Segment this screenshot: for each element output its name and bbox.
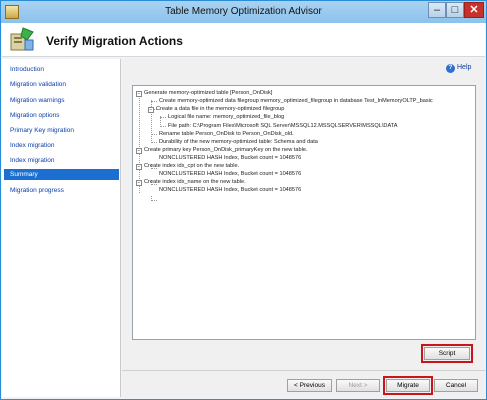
wizard-icon [10, 27, 34, 51]
sidebar-item-migration-options[interactable]: Migration options [4, 110, 119, 121]
tree-node[interactable]: Create memory-optimized data filegroup m… [159, 97, 433, 105]
wizard-sidebar: Introduction Migration validation Migrat… [2, 59, 121, 397]
collapse-toggle-icon[interactable]: − [136, 91, 142, 97]
previous-button[interactable]: < Previous [287, 379, 332, 392]
tree-node-label: NONCLUSTERED HASH Index, Bucket count = … [159, 171, 302, 177]
collapse-toggle-icon[interactable]: − [148, 107, 154, 113]
sidebar-item-index-migration-2[interactable]: Index migration [4, 155, 119, 166]
title-bar[interactable]: Table Memory Optimization Advisor – □ ✕ [1, 1, 486, 23]
tree-node[interactable]: − Generate memory-optimized table [Person… [136, 89, 272, 97]
sidebar-item-summary[interactable]: Summary [4, 169, 119, 180]
collapse-toggle-icon[interactable]: − [136, 180, 142, 186]
maximize-button[interactable]: □ [446, 2, 464, 18]
wizard-footer: < Previous Next > Migrate Cancel [122, 370, 485, 398]
tree-connector [160, 117, 166, 118]
tree-node-label: Create index idx_name on the new table. [144, 179, 246, 185]
tree-node[interactable]: − Create index idx_name on the new table. [136, 178, 246, 186]
collapse-toggle-icon[interactable]: − [136, 164, 142, 170]
help-link[interactable]: Help [457, 64, 471, 71]
window-title: Table Memory Optimization Advisor [165, 6, 322, 17]
migrate-button[interactable]: Migrate [383, 376, 433, 395]
tree-node[interactable]: − Create a data file in the memory-optimi… [148, 105, 284, 113]
close-button[interactable]: ✕ [464, 2, 484, 18]
script-button[interactable]: Script [421, 344, 473, 363]
tree-connector [151, 101, 157, 102]
tree-node[interactable]: Rename table Person_OnDisk to Person_OnD… [159, 130, 294, 138]
tree-node-label: NONCLUSTERED HASH Index, Bucket count = … [159, 155, 302, 161]
tree-node-label: File path: C:\Program Files\Microsoft SQ… [168, 123, 398, 129]
tree-node-label: Create memory-optimized data filegroup m… [159, 98, 433, 104]
tree-connector [160, 126, 166, 127]
tree-node[interactable]: NONCLUSTERED HASH Index, Bucket count = … [159, 154, 301, 162]
sidebar-item-index-migration-1[interactable]: Index migration [4, 140, 119, 151]
minimize-button[interactable]: – [428, 2, 446, 18]
cancel-button[interactable]: Cancel [434, 379, 478, 392]
advisor-window: Table Memory Optimization Advisor – □ ✕ … [0, 0, 487, 400]
tree-connector [151, 142, 157, 143]
tree-node[interactable]: NONCLUSTERED HASH Index, Bucket count = … [159, 186, 301, 194]
sidebar-item-migration-validation[interactable]: Migration validation [4, 79, 119, 90]
sidebar-item-primary-key-migration[interactable]: Primary Key migration [4, 125, 119, 136]
tree-node-label: NONCLUSTERED HASH Index, Bucket count = … [159, 187, 302, 193]
tree-node[interactable]: − Create primary key Person_OnDisk_primar… [136, 146, 308, 154]
tree-node[interactable]: NONCLUSTERED HASH Index, Bucket count = … [159, 170, 301, 178]
tree-node[interactable]: Durability of the new memory-optimized t… [159, 138, 318, 146]
collapse-toggle-icon[interactable]: − [136, 148, 142, 154]
sidebar-item-migration-warnings[interactable]: Migration warnings [4, 95, 119, 106]
summary-panel: ? Help − Generate memory-optimized table … [122, 59, 485, 370]
tree-node-label: Durability of the new memory-optimized t… [159, 139, 318, 145]
tree-node-label: Logical file name: memory_optimized_file… [168, 114, 285, 120]
tree-node[interactable]: − Create index idx_cpt on the new table. [136, 162, 239, 170]
next-button[interactable]: Next > [336, 379, 380, 392]
sidebar-item-introduction[interactable]: Introduction [4, 64, 119, 75]
page-title: Verify Migration Actions [46, 34, 183, 48]
sidebar-item-migration-progress[interactable]: Migration progress [4, 185, 119, 196]
tree-node[interactable]: Logical file name: memory_optimized_file… [168, 113, 284, 121]
tree-node-label: Rename table Person_OnDisk to Person_OnD… [159, 131, 294, 137]
migration-actions-tree[interactable]: − Generate memory-optimized table [Person… [132, 85, 476, 340]
tree-node-label: Create primary key Person_OnDisk_primary… [144, 147, 308, 153]
tree-node-label: Create a data file in the memory-optimiz… [156, 106, 285, 112]
tree-connector [151, 134, 157, 135]
tree-node-label: Create index idx_cpt on the new table. [144, 163, 240, 169]
help-icon[interactable]: ? [446, 64, 455, 73]
page-header: Verify Migration Actions [2, 23, 485, 57]
tree-node[interactable]: File path: C:\Program Files\Microsoft SQ… [168, 122, 398, 130]
tree-connector [151, 200, 157, 201]
tree-node-label: Generate memory-optimized table [Person_… [144, 90, 273, 96]
